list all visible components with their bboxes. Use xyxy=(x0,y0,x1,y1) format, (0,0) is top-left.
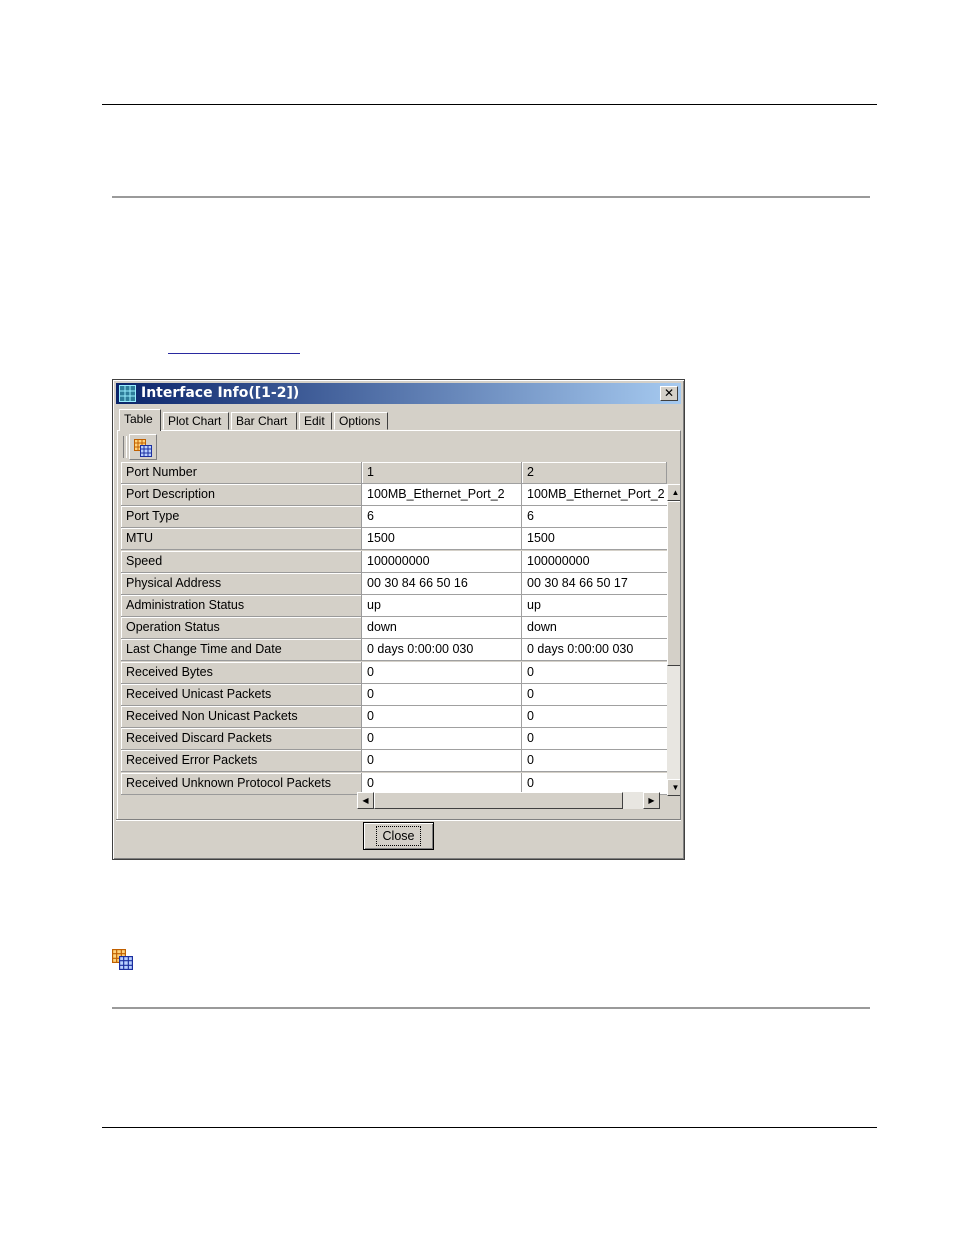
dialog-titlebar[interactable]: Interface Info([1-2]) ✕ xyxy=(116,383,681,404)
hyperlink-underline[interactable] xyxy=(168,353,300,354)
cell-port-1[interactable]: up xyxy=(362,595,522,617)
cell-port-1[interactable]: 00 30 84 66 50 16 xyxy=(362,572,522,595)
cell-port-2[interactable]: 0 xyxy=(522,683,667,706)
grid-app-icon xyxy=(119,385,136,402)
row-label: Port Description xyxy=(121,484,362,506)
toolbar-grip[interactable] xyxy=(123,436,127,458)
cell-port-1[interactable]: down xyxy=(362,617,522,640)
dialog-separator xyxy=(116,819,681,821)
interface-info-dialog: Interface Info([1-2]) ✕ Table Plot Chart… xyxy=(112,379,685,860)
tab-options[interactable]: Options xyxy=(334,412,388,430)
table-row[interactable]: Received Unicast Packets 0 0 xyxy=(121,683,680,706)
cell-port-1[interactable]: 0 xyxy=(362,728,522,751)
horizontal-scrollbar[interactable]: ◀ ▶ xyxy=(357,792,660,809)
vertical-scrollbar[interactable]: ▲ ▼ xyxy=(667,484,680,796)
row-label: Port Type xyxy=(121,506,362,529)
table-row[interactable]: Received Error Packets 0 0 xyxy=(121,750,680,773)
cell-port-1[interactable]: 6 xyxy=(362,506,522,529)
cell-port-1[interactable]: 1500 xyxy=(362,528,522,551)
cell-port-1[interactable]: 100000000 xyxy=(362,550,522,573)
row-label: Speed xyxy=(121,550,362,573)
table-row[interactable]: Port Description 100MB_Ethernet_Port_2 100… xyxy=(121,484,680,506)
row-header: Port Number xyxy=(121,462,362,484)
table-row[interactable]: Speed 100000000 100000000 xyxy=(121,550,680,573)
row-label: Operation Status xyxy=(121,617,362,640)
row-label: Received Discard Packets xyxy=(121,728,362,751)
column-header-1[interactable]: 1 xyxy=(362,462,522,484)
row-label: Received Unicast Packets xyxy=(121,683,362,706)
cell-port-2[interactable]: 00 30 84 66 50 17 xyxy=(522,572,667,595)
cell-port-1[interactable]: 0 xyxy=(362,706,522,728)
table-row[interactable]: Last Change Time and Date 0 days 0:00:00 … xyxy=(121,639,680,662)
cell-port-2[interactable]: down xyxy=(522,617,667,640)
scroll-up-arrow-icon[interactable]: ▲ xyxy=(667,484,680,501)
row-label: Received Non Unicast Packets xyxy=(121,706,362,728)
table-view-button[interactable] xyxy=(129,434,157,460)
cell-port-1[interactable]: 0 days 0:00:00 030 xyxy=(362,639,522,662)
footer-rule xyxy=(102,1127,877,1128)
header-rule xyxy=(102,104,877,105)
table-row[interactable]: Received Non Unicast Packets 0 0 xyxy=(121,706,680,728)
tab-table[interactable]: Table xyxy=(119,409,161,431)
scroll-down-arrow-icon[interactable]: ▼ xyxy=(667,779,680,796)
interface-table: Port Number 1 2 Port Description 100MB_Et… xyxy=(121,462,680,796)
table-header-row: Port Number 1 2 xyxy=(121,462,680,484)
row-label: Received Bytes xyxy=(121,661,362,684)
cell-port-2[interactable]: 0 xyxy=(522,728,667,751)
tab-bar-chart[interactable]: Bar Chart xyxy=(231,412,297,430)
table-row[interactable]: Received Discard Packets 0 0 xyxy=(121,728,680,751)
row-label: Received Error Packets xyxy=(121,750,362,773)
horizontal-scroll-thumb[interactable] xyxy=(374,792,623,809)
cell-port-2[interactable]: 0 xyxy=(522,750,667,773)
row-label: Received Unknown Protocol Packets xyxy=(121,772,362,795)
cell-port-1[interactable]: 0 xyxy=(362,683,522,706)
vertical-scroll-thumb[interactable] xyxy=(667,501,680,666)
table-row[interactable]: Physical Address 00 30 84 66 50 16 00 30 8… xyxy=(121,572,680,595)
tab-edit[interactable]: Edit xyxy=(299,412,332,430)
cell-port-1[interactable]: 0 xyxy=(362,661,522,684)
column-header-2[interactable]: 2 xyxy=(522,462,667,484)
close-button-label: Close xyxy=(375,826,422,846)
table-panel: Port Number 1 2 Port Description 100MB_Et… xyxy=(117,430,681,820)
row-label: Physical Address xyxy=(121,572,362,595)
cell-port-2[interactable]: up xyxy=(522,595,667,617)
table-row[interactable]: MTU 1500 1500 xyxy=(121,528,680,551)
cell-port-2[interactable]: 0 days 0:00:00 030 xyxy=(522,639,667,662)
cell-port-2[interactable]: 100000000 xyxy=(522,550,667,573)
cell-port-1[interactable]: 100MB_Ethernet_Port_2 xyxy=(362,484,522,506)
cell-port-2[interactable]: 100MB_Ethernet_Port_2 xyxy=(522,484,667,506)
cell-port-2[interactable]: 0 xyxy=(522,706,667,728)
table-row[interactable]: Port Type 6 6 xyxy=(121,506,680,529)
cell-port-1[interactable]: 0 xyxy=(362,750,522,773)
dialog-title: Interface Info([1-2]) xyxy=(141,385,300,401)
scroll-left-arrow-icon[interactable]: ◀ xyxy=(357,792,374,809)
cell-port-2[interactable]: 6 xyxy=(522,506,667,529)
table-row[interactable]: Received Bytes 0 0 xyxy=(121,661,680,684)
row-label: MTU xyxy=(121,528,362,551)
cell-port-2[interactable]: 0 xyxy=(522,661,667,684)
table-grid-icon xyxy=(112,949,133,970)
scroll-right-arrow-icon[interactable]: ▶ xyxy=(643,792,660,809)
row-label: Administration Status xyxy=(121,595,362,617)
table-grid-icon xyxy=(134,439,152,457)
table-row[interactable]: Administration Status up up xyxy=(121,595,680,617)
section-divider-top xyxy=(112,196,870,198)
cell-port-2[interactable]: 1500 xyxy=(522,528,667,551)
section-divider-bottom xyxy=(112,1007,870,1009)
row-label: Last Change Time and Date xyxy=(121,639,362,662)
tab-plot-chart[interactable]: Plot Chart xyxy=(163,412,229,430)
close-button[interactable]: Close xyxy=(363,822,434,850)
close-icon[interactable]: ✕ xyxy=(660,386,678,401)
table-row[interactable]: Operation Status down down xyxy=(121,617,680,640)
